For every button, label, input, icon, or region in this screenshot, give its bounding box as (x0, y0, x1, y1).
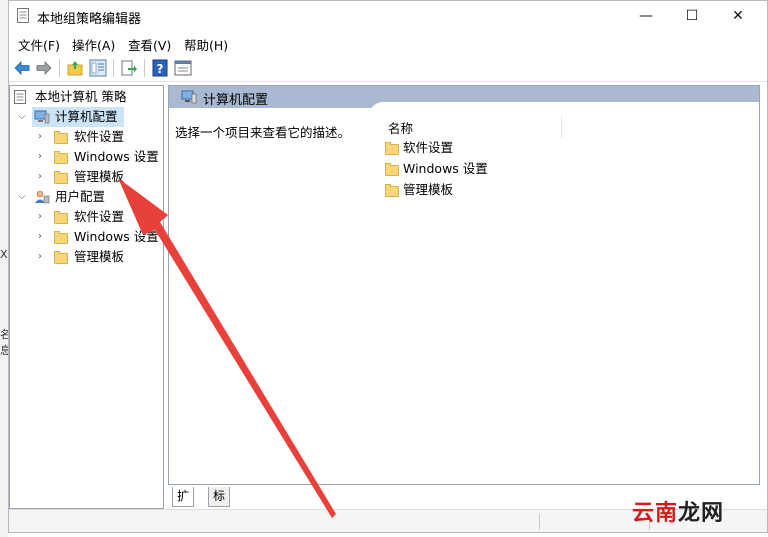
chevron-right-icon[interactable]: › (38, 152, 48, 162)
window-title: 本地组策略编辑器 (37, 12, 142, 27)
policy-document-icon (14, 90, 26, 104)
chevron-right-icon[interactable]: › (38, 232, 48, 242)
filter-properties-icon[interactable] (174, 59, 192, 77)
chevron-down-icon[interactable]: ⌵ (18, 192, 28, 202)
title-bar[interactable]: 本地组策略编辑器 — ☐ ✕ (9, 1, 767, 31)
desktop-background-strip: X 名 息 (0, 0, 11, 537)
policy-editor-app-icon (17, 8, 29, 23)
list-item-label: 软件设置 (403, 140, 454, 155)
tree-label: 管理模板 (74, 249, 125, 264)
navigation-tree-pane[interactable]: 本地计算机 策略 ⌵ 计算机配置 › 软件设置 › Windows 设置 › 管… (9, 85, 164, 509)
tree-label: 本地计算机 策略 (35, 89, 127, 104)
folder-icon (385, 184, 399, 197)
close-button[interactable]: ✕ (715, 1, 761, 31)
watermark-part2: 龙网 (678, 501, 725, 526)
folder-icon (54, 231, 68, 244)
details-pane[interactable]: 计算机配置 选择一个项目来查看它的描述。 名称 软件设置 Windows 设置 … (168, 85, 760, 485)
folder-icon (54, 251, 68, 264)
menu-action[interactable]: 操作(A) (72, 35, 115, 54)
back-arrow-icon[interactable] (13, 59, 31, 77)
chevron-right-icon[interactable]: › (38, 172, 48, 182)
status-separator (539, 514, 540, 530)
watermark-part1: 云南 (632, 501, 679, 526)
show-hide-tree-icon[interactable] (89, 59, 107, 77)
folder-icon (385, 142, 399, 155)
user-icon (35, 190, 50, 204)
folder-icon (54, 151, 68, 164)
minimize-button[interactable]: — (623, 1, 669, 31)
column-header-name[interactable]: 名称 (388, 118, 413, 137)
folder-icon (385, 163, 399, 176)
tree-label: 管理模板 (74, 169, 125, 184)
toolbar-separator (144, 59, 145, 77)
folder-icon (54, 211, 68, 224)
tree-label: 软件设置 (74, 129, 125, 144)
maximize-button[interactable]: ☐ (669, 1, 715, 31)
desktop-text-fragment: X (0, 248, 8, 261)
description-text: 选择一个项目来查看它的描述。 (175, 125, 351, 140)
tree-label: 软件设置 (74, 209, 125, 224)
tree-label: 用户配置 (55, 189, 106, 204)
toolbar: ? (9, 55, 767, 82)
export-list-icon[interactable] (120, 59, 138, 77)
menu-view[interactable]: 查看(V) (128, 35, 171, 54)
chevron-right-icon[interactable]: › (38, 212, 48, 222)
list-item-label: Windows 设置 (403, 161, 488, 176)
gpedit-window: 本地组策略编辑器 — ☐ ✕ 文件(F) 操作(A) 查看(V) 帮助(H) ?… (8, 0, 768, 533)
chevron-down-icon[interactable]: ⌵ (18, 112, 28, 122)
menu-file[interactable]: 文件(F) (18, 35, 60, 54)
site-watermark: 云南龙网 (632, 495, 724, 527)
tree-item-computer-config[interactable]: ⌵ 计算机配置 (16, 107, 163, 127)
folder-icon (54, 131, 68, 144)
tab-extended[interactable]: 扩展 (172, 487, 195, 522)
tree-label: 计算机配置 (55, 109, 118, 124)
menu-bar: 文件(F) 操作(A) 查看(V) 帮助(H) (9, 32, 767, 54)
chevron-right-icon[interactable]: › (38, 252, 48, 262)
toolbar-separator (59, 59, 60, 77)
column-divider[interactable] (561, 116, 562, 138)
up-folder-icon[interactable] (66, 59, 84, 77)
computer-icon (181, 90, 197, 104)
toolbar-separator (113, 59, 114, 77)
folder-icon (54, 171, 68, 184)
list-area-curve (369, 102, 759, 132)
help-icon[interactable]: ? (151, 59, 169, 77)
tab-standard[interactable]: 标准 (208, 487, 231, 522)
tree-label: Windows 设置 (74, 229, 159, 244)
menu-help[interactable]: 帮助(H) (184, 35, 228, 54)
details-pane-title: 计算机配置 (203, 93, 269, 108)
computer-icon (34, 110, 50, 124)
list-item-label: 管理模板 (403, 182, 454, 197)
forward-arrow-icon[interactable] (35, 59, 53, 77)
chevron-right-icon[interactable]: › (38, 132, 48, 142)
tree-label: Windows 设置 (74, 149, 159, 164)
svg-text:?: ? (157, 62, 164, 76)
